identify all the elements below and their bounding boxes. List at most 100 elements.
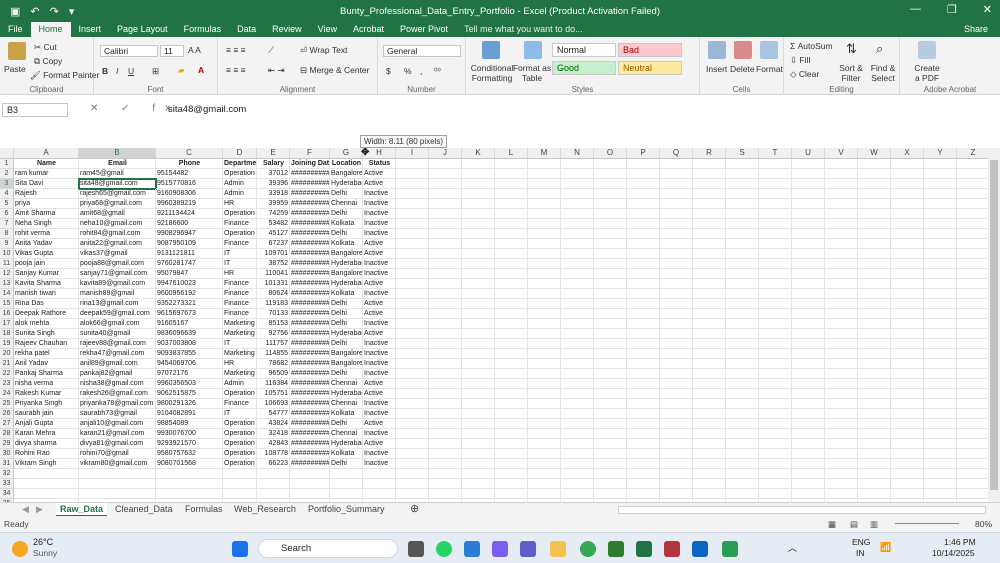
empty-cell[interactable] <box>462 289 495 299</box>
empty-cell[interactable] <box>594 409 627 419</box>
table-cell[interactable]: Inactive <box>363 459 396 469</box>
empty-cell[interactable] <box>429 229 462 239</box>
empty-cell[interactable] <box>726 239 759 249</box>
table-cell[interactable]: 9515770816 <box>156 179 223 189</box>
empty-cell[interactable] <box>495 329 528 339</box>
empty-cell[interactable] <box>528 349 561 359</box>
empty-cell[interactable] <box>693 359 726 369</box>
sheet-tab-raw-data[interactable]: Raw_Data <box>56 503 108 517</box>
table-cell[interactable]: Rajesh <box>14 189 79 199</box>
empty-cell[interactable] <box>957 459 988 469</box>
empty-cell[interactable] <box>660 329 693 339</box>
clock-date[interactable]: 10/14/2025 <box>932 548 975 558</box>
empty-cell[interactable] <box>693 449 726 459</box>
empty-cell[interactable] <box>924 379 957 389</box>
empty-cell[interactable] <box>726 169 759 179</box>
insert-cells-icon[interactable] <box>708 41 726 59</box>
empty-cell[interactable] <box>429 409 462 419</box>
empty-cell[interactable] <box>726 339 759 349</box>
empty-cell[interactable] <box>660 469 693 479</box>
empty-cell[interactable] <box>924 249 957 259</box>
empty-cell[interactable] <box>891 269 924 279</box>
excel-icon[interactable] <box>636 541 652 557</box>
empty-cell[interactable] <box>528 339 561 349</box>
empty-cell[interactable] <box>858 339 891 349</box>
format-as-table-icon[interactable] <box>524 41 542 59</box>
empty-cell[interactable] <box>660 259 693 269</box>
empty-cell[interactable] <box>792 399 825 409</box>
table-cell[interactable]: Active <box>363 179 396 189</box>
table-cell[interactable]: Karan Mehra <box>14 429 79 439</box>
table-cell[interactable]: saurabh jain <box>14 409 79 419</box>
empty-cell[interactable] <box>660 449 693 459</box>
table-cell[interactable]: ########## <box>290 259 330 269</box>
empty-cell[interactable] <box>396 229 429 239</box>
tray-chevron-icon[interactable]: ︿ <box>788 541 797 554</box>
empty-cell[interactable] <box>858 219 891 229</box>
empty-cell[interactable] <box>660 389 693 399</box>
empty-cell[interactable] <box>759 459 792 469</box>
table-cell[interactable]: 116384 <box>257 379 290 389</box>
empty-cell[interactable] <box>825 159 858 169</box>
table-cell[interactable]: Operation <box>223 209 257 219</box>
empty-cell[interactable] <box>957 209 988 219</box>
table-cell[interactable]: Active <box>363 299 396 309</box>
empty-cell[interactable] <box>660 439 693 449</box>
empty-cell[interactable] <box>957 309 988 319</box>
empty-cell[interactable] <box>462 349 495 359</box>
empty-cell[interactable] <box>462 439 495 449</box>
empty-cell[interactable] <box>792 209 825 219</box>
name-box[interactable]: B3 <box>2 103 68 117</box>
empty-cell[interactable] <box>627 439 660 449</box>
empty-cell[interactable] <box>396 219 429 229</box>
empty-cell[interactable] <box>561 239 594 249</box>
empty-cell[interactable] <box>759 369 792 379</box>
empty-cell[interactable] <box>891 319 924 329</box>
table-cell[interactable]: Inactive <box>363 369 396 379</box>
table-cell[interactable]: 45127 <box>257 229 290 239</box>
table-cell[interactable]: 9760281747 <box>156 259 223 269</box>
font-name-select[interactable]: Calibri <box>100 45 158 57</box>
empty-cell[interactable] <box>462 299 495 309</box>
empty-cell[interactable] <box>957 199 988 209</box>
vscode-icon[interactable] <box>464 541 480 557</box>
empty-cell[interactable] <box>396 169 429 179</box>
borders-icon[interactable]: ⊞ <box>152 66 159 77</box>
empty-cell[interactable] <box>726 439 759 449</box>
table-cell[interactable]: Marketing <box>223 369 257 379</box>
empty-cell[interactable] <box>759 259 792 269</box>
empty-cell[interactable] <box>528 459 561 469</box>
empty-cell[interactable] <box>528 309 561 319</box>
empty-cell[interactable] <box>462 259 495 269</box>
empty-cell[interactable] <box>594 319 627 329</box>
app2-icon[interactable] <box>664 541 680 557</box>
empty-cell[interactable] <box>957 369 988 379</box>
empty-cell[interactable] <box>924 439 957 449</box>
empty-cell[interactable] <box>858 429 891 439</box>
table-cell[interactable]: Chennai <box>330 199 363 209</box>
empty-cell[interactable] <box>627 219 660 229</box>
column-header-g[interactable]: G <box>330 148 363 159</box>
table-cell[interactable]: ########## <box>290 369 330 379</box>
empty-cell[interactable] <box>528 159 561 169</box>
empty-cell[interactable] <box>924 299 957 309</box>
header-cell[interactable]: Department <box>223 159 257 169</box>
empty-cell[interactable] <box>792 429 825 439</box>
empty-cell[interactable] <box>858 319 891 329</box>
table-cell[interactable]: rakesh26@gmail.com <box>79 389 156 399</box>
empty-cell[interactable] <box>957 259 988 269</box>
table-cell[interactable]: Active <box>363 379 396 389</box>
table-cell[interactable]: Hyderabad <box>330 389 363 399</box>
empty-cell[interactable] <box>561 479 594 489</box>
table-cell[interactable]: Operation <box>223 429 257 439</box>
row-header[interactable]: 5 <box>0 199 14 209</box>
empty-cell[interactable] <box>858 459 891 469</box>
empty-cell[interactable] <box>495 379 528 389</box>
column-header-d[interactable]: D <box>223 148 257 159</box>
empty-cell[interactable] <box>561 199 594 209</box>
empty-cell[interactable] <box>429 219 462 229</box>
empty-cell[interactable] <box>759 199 792 209</box>
empty-cell[interactable] <box>528 359 561 369</box>
table-cell[interactable]: 9960389219 <box>156 199 223 209</box>
empty-cell[interactable] <box>957 349 988 359</box>
